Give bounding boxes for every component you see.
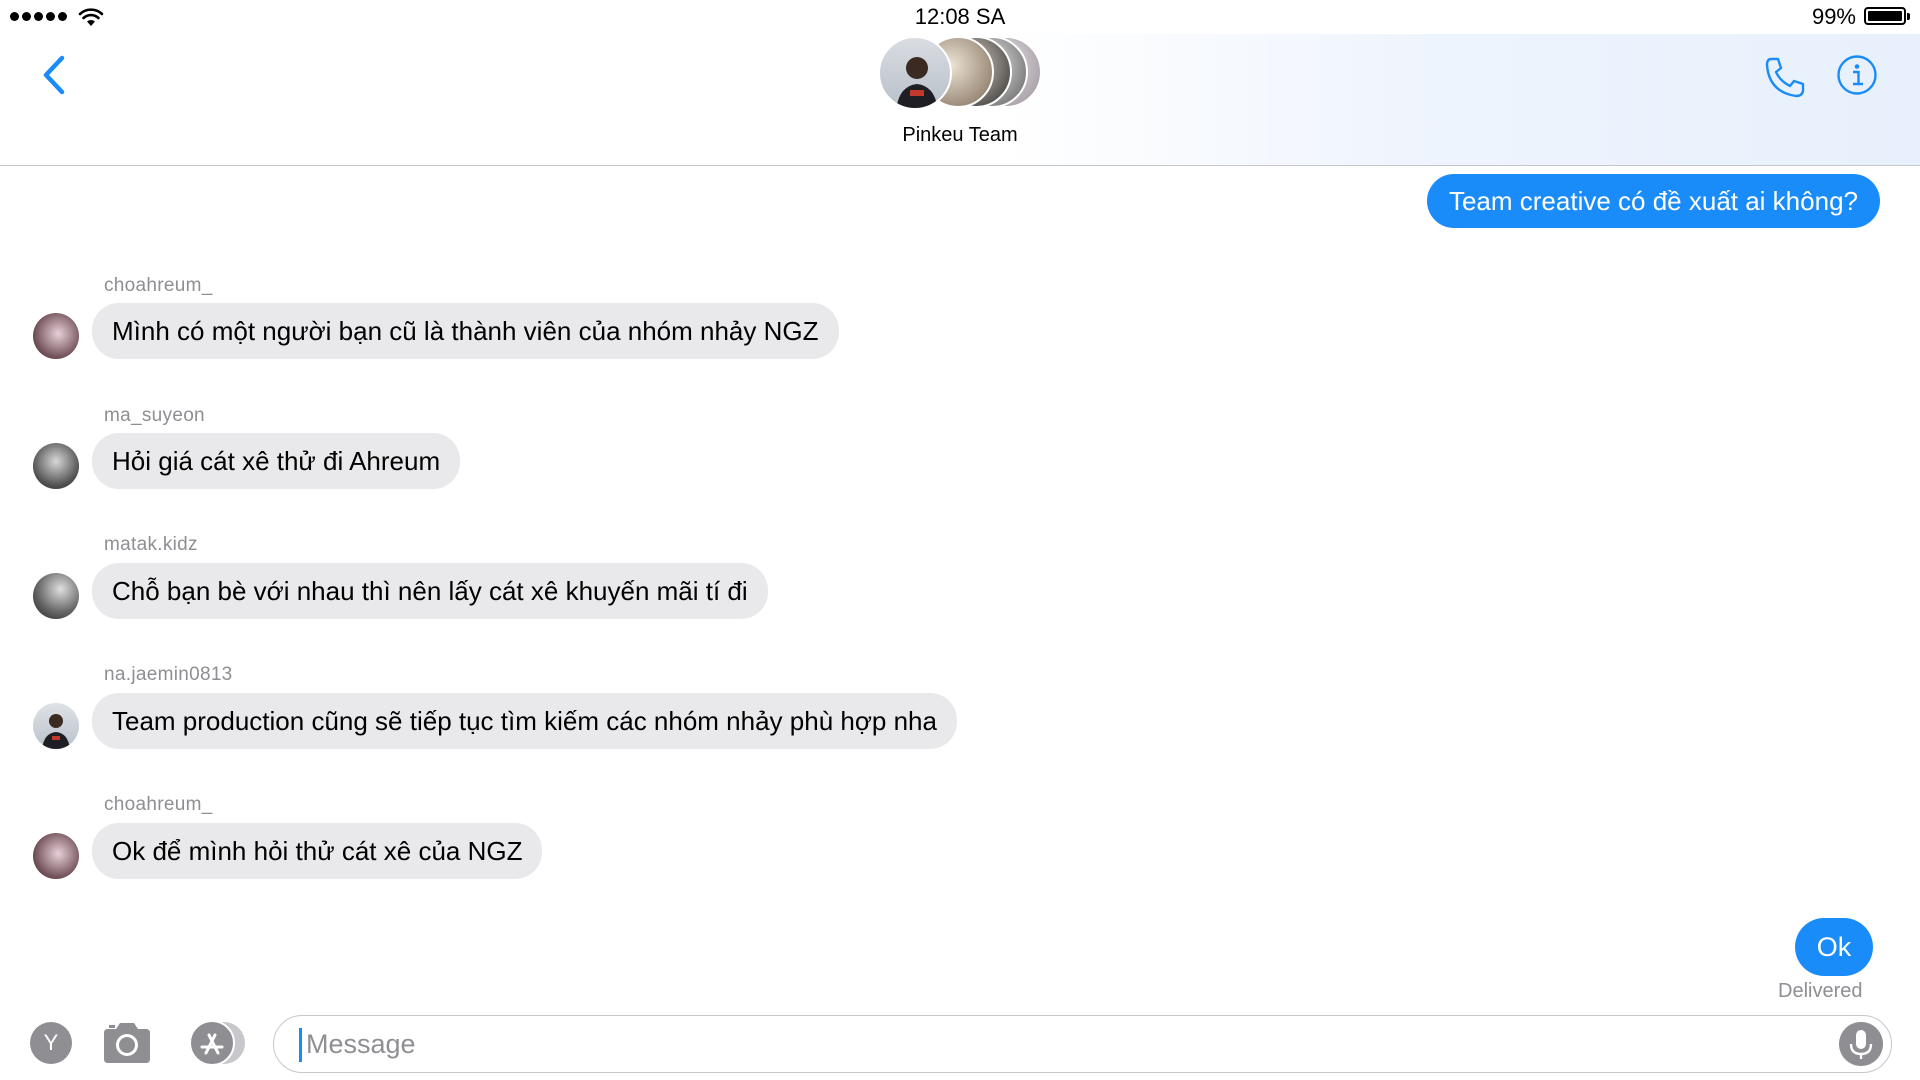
incoming-message-bubble[interactable]: Ok để mình hỏi thử cát xê của NGZ xyxy=(92,823,543,879)
sender-name: na.jaemin0813 xyxy=(104,664,233,685)
battery-icon xyxy=(1864,7,1910,25)
info-icon[interactable] xyxy=(1836,54,1878,96)
back-chevron-icon[interactable] xyxy=(36,52,76,98)
message-placeholder: Message xyxy=(306,1029,416,1059)
sender-name: choahreum_ xyxy=(104,275,213,296)
incoming-message-bubble[interactable]: Mình có một người bạn cũ là thành viên c… xyxy=(92,303,839,359)
incoming-message-bubble[interactable]: Team production cũng sẽ tiếp tục tìm kiế… xyxy=(92,693,957,749)
sender-avatar[interactable] xyxy=(33,313,79,359)
group-avatar-stack[interactable] xyxy=(878,36,1042,110)
app-drawer-button[interactable]: Y xyxy=(30,1022,72,1064)
camera-icon[interactable] xyxy=(100,1021,154,1065)
sender-name: matak.kidz xyxy=(104,534,198,555)
delivery-status: Delivered xyxy=(1778,980,1863,1002)
microphone-icon[interactable] xyxy=(1839,1022,1883,1066)
incoming-message-bubble[interactable]: Hỏi giá cát xê thử đi Ahreum xyxy=(92,433,461,489)
text-cursor xyxy=(299,1028,302,1062)
app-store-icon[interactable] xyxy=(186,1020,248,1066)
sender-avatar[interactable] xyxy=(33,833,79,879)
sender-avatar[interactable] xyxy=(33,573,79,619)
group-member-avatar xyxy=(878,36,952,110)
incoming-message-bubble[interactable]: Chỗ bạn bè với nhau thì nên lấy cát xê k… xyxy=(92,563,768,619)
conversation-header: Pinkeu Team xyxy=(0,34,1920,166)
outgoing-message-bubble[interactable]: Team creative có đề xuất ai không? xyxy=(1426,174,1880,228)
sender-name: choahreum_ xyxy=(104,794,213,815)
sender-name: ma_suyeon xyxy=(104,405,205,426)
message-input[interactable]: Message xyxy=(273,1015,1892,1073)
status-bar: 12:08 SA 99% xyxy=(0,0,1920,34)
outgoing-message-bubble[interactable]: Ok xyxy=(1795,918,1873,976)
phone-icon[interactable] xyxy=(1762,54,1808,100)
battery-percentage: 99% xyxy=(1811,4,1856,29)
sender-avatar[interactable] xyxy=(33,443,79,489)
message-composer: Y Message xyxy=(0,1005,1920,1080)
status-time: 12:08 SA xyxy=(914,4,1006,29)
conversation-title: Pinkeu Team xyxy=(902,124,1018,146)
sender-avatar[interactable] xyxy=(33,703,79,749)
